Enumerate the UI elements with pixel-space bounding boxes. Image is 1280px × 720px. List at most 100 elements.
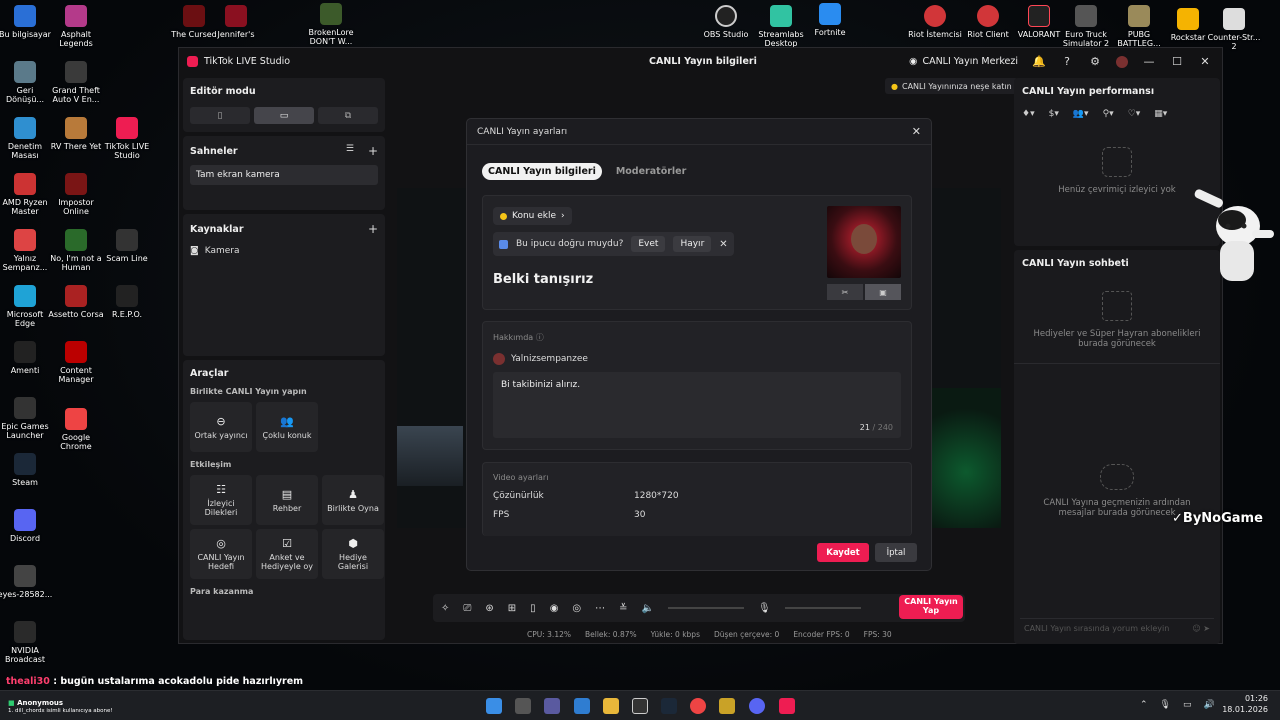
desktop-icon-col1-11[interactable]: NVIDIA Broadcast [0, 621, 53, 664]
maximize-button[interactable]: ☐ [1170, 55, 1184, 68]
desktop-icon-riot-istemcisi[interactable]: Riot İstemcisi [907, 5, 963, 39]
chat-input[interactable]: CANLI Yayın sırasında yorum ekleyin ☺ ➤ [1020, 618, 1214, 638]
crop-icon[interactable]: ✂ [827, 284, 863, 300]
heart-icon[interactable]: ♡▾ [1128, 109, 1141, 119]
scene-item[interactable]: Tam ekran kamera [190, 165, 378, 185]
close-button[interactable]: ✕ [1198, 55, 1212, 68]
tab-live-info[interactable]: CANLI Yayın bilgileri [482, 163, 602, 180]
save-button[interactable]: Kaydet [817, 543, 869, 562]
desktop-icon-col3-0[interactable]: TikTok LIVE Studio [99, 117, 155, 160]
desktop-icon-ets2[interactable]: Euro Truck Simulator 2 [1058, 5, 1114, 48]
phone-icon[interactable]: ▯ [530, 603, 536, 614]
app-taskbar-icon[interactable] [719, 698, 735, 714]
camera-record-icon[interactable]: ◎ [572, 603, 581, 614]
desktop-icon-col1-6[interactable]: Amenti [0, 341, 53, 375]
mic-tray-icon[interactable]: 🎙 [1160, 700, 1171, 710]
add-topic-button[interactable]: Konu ekle › [493, 207, 572, 225]
cancel-button[interactable]: İptal [875, 543, 917, 562]
desktop-icon-col1-3[interactable]: AMD Ryzen Master [0, 173, 53, 216]
tab-moderators[interactable]: Moderatörler [610, 163, 692, 180]
settings-gear-icon[interactable]: ⚙ [1088, 55, 1102, 68]
desktop-icon-riot-client[interactable]: Riot Client [960, 5, 1016, 39]
follow-icon[interactable]: ⚲▾ [1103, 109, 1114, 119]
photos-icon[interactable] [574, 698, 590, 714]
help-icon[interactable]: ? [1060, 55, 1074, 68]
task-view-icon[interactable] [515, 698, 531, 714]
taskbar-clock[interactable]: 01:26 18.01.2026 [1222, 693, 1268, 715]
tool-multi-guest[interactable]: 👥 Çoklu konuk [256, 402, 318, 452]
magic-wand-icon[interactable]: ✧ [441, 603, 449, 614]
desktop-icon-col2-1[interactable]: Grand Theft Auto V En... [48, 61, 104, 104]
desktop-icon-col2-3[interactable]: Impostor Online [48, 173, 104, 216]
screen-capture-icon[interactable]: ⎚ [463, 603, 471, 614]
discord-taskbar-icon[interactable] [749, 698, 765, 714]
list-icon[interactable]: ☰ [346, 144, 354, 158]
speaker-volume-slider[interactable] [668, 607, 744, 609]
more-icon[interactable]: ⋯ [595, 603, 605, 614]
speaker-icon[interactable]: 🔈 [642, 603, 654, 614]
record-icon[interactable]: ◉ [550, 603, 559, 614]
desktop-icon-cs2[interactable]: Counter-Str... 2 [1206, 8, 1262, 51]
desktop-icon-col1-8[interactable]: Steam [0, 453, 53, 487]
tool-live-goal[interactable]: ◎ CANLI Yayın Hedefi [190, 529, 252, 579]
microphone-icon[interactable]: 🎙 [758, 603, 771, 614]
resolution-value[interactable]: 1280*720 [634, 491, 679, 501]
about-textarea[interactable]: Bi takibinizi alırız. 21 / 240 [493, 372, 901, 438]
source-item-camera[interactable]: ◙ Kamera [190, 246, 378, 256]
desktop-icon-col1-0[interactable]: Bu bilgisayar [0, 5, 53, 39]
diamond-icon[interactable]: ♦▾ [1022, 109, 1035, 119]
desktop-icon-brokenlore[interactable]: BrokenLore DON'T W... [303, 3, 359, 46]
desktop-icon-col2-7[interactable]: Google Chrome [48, 408, 104, 451]
file-explorer-icon[interactable] [603, 698, 619, 714]
steam-taskbar-icon[interactable] [661, 698, 677, 714]
cover-thumbnail[interactable] [827, 206, 901, 278]
desktop-icon-col2-4[interactable]: No, I'm not a Human [48, 229, 104, 272]
desktop-icon-col1-10[interactable]: eyes-28582... [0, 565, 53, 599]
desktop-icon-col2-2[interactable]: RV There Yet [48, 117, 104, 151]
ai-icon[interactable]: ⊛ [485, 603, 493, 614]
desktop-icon-col1-5[interactable]: Microsoft Edge [0, 285, 53, 328]
tool-play-together[interactable]: ♟ Birlikte Oyna [322, 475, 384, 525]
tool-viewer-requests[interactable]: ☷ İzleyici Dilekleri [190, 475, 252, 525]
desktop-icon-col2-0[interactable]: Asphalt Legends [48, 5, 104, 48]
desktop-icon-fortnite[interactable]: Fortnite [802, 3, 858, 37]
modal-close-icon[interactable]: ✕ [912, 125, 921, 138]
chevron-up-icon[interactable]: ⌃ [1140, 700, 1148, 710]
desktop-icon-col3-1[interactable]: Scam Line [99, 229, 155, 263]
desktop-icon-col1-1[interactable]: Geri Dönüşü... [0, 61, 53, 104]
mixer-icon[interactable]: ≚ [619, 603, 627, 614]
desktop-icon-streamlabs[interactable]: Streamlabs Desktop [753, 5, 809, 48]
fps-value[interactable]: 30 [634, 510, 645, 520]
emoji-icon[interactable]: ☺ ➤ [1192, 624, 1210, 633]
tiktok-taskbar-icon[interactable] [779, 698, 795, 714]
bell-icon[interactable]: 🔔 [1032, 55, 1046, 68]
desktop-icon-col1-2[interactable]: Denetim Masası [0, 117, 53, 160]
tip-close-icon[interactable]: ✕ [719, 239, 727, 250]
dual-mode-button[interactable]: ⧉ [318, 107, 378, 124]
gift-icon[interactable]: ▦▾ [1154, 109, 1167, 119]
start-icon[interactable] [486, 698, 502, 714]
desktop-icon-obs[interactable]: OBS Studio [698, 5, 754, 39]
coin-icon[interactable]: $▾ [1049, 109, 1059, 119]
info-icon[interactable]: ⓘ [536, 333, 544, 342]
landscape-mode-button[interactable]: ▭ [254, 107, 314, 124]
snipping-tool-icon[interactable] [544, 698, 560, 714]
tool-gift-gallery[interactable]: ⬢ Hediye Galerisi [322, 529, 384, 579]
tip-yes-button[interactable]: Evet [631, 236, 666, 252]
desktop-icon-col2-5[interactable]: Assetto Corsa [48, 285, 104, 319]
desktop-icon-col3-2[interactable]: R.E.P.O. [99, 285, 155, 319]
go-live-button[interactable]: CANLI Yayın Yap [899, 595, 963, 619]
viewers-icon[interactable]: 👥▾ [1073, 109, 1089, 119]
add-source-icon[interactable]: + [368, 222, 378, 236]
desktop-icon-col1-4[interactable]: Yalnız Sempanz... [0, 229, 53, 272]
tip-no-button[interactable]: Hayır [673, 236, 712, 252]
avatar[interactable] [1116, 55, 1128, 68]
desktop-icon-col1-7[interactable]: Epic Games Launcher [0, 397, 53, 440]
desktop-icon-col2-6[interactable]: Content Manager [48, 341, 104, 384]
mic-volume-slider[interactable] [784, 607, 861, 609]
live-center-link[interactable]: ◉ CANLI Yayın Merkezi [909, 56, 1018, 67]
minimize-button[interactable]: — [1142, 55, 1156, 68]
desktop-icon-pubg[interactable]: PUBG BATTLEG... [1111, 5, 1167, 48]
desktop-icon-jennifers[interactable]: Jennifer's [208, 5, 264, 39]
add-scene-icon[interactable]: + [368, 144, 378, 158]
